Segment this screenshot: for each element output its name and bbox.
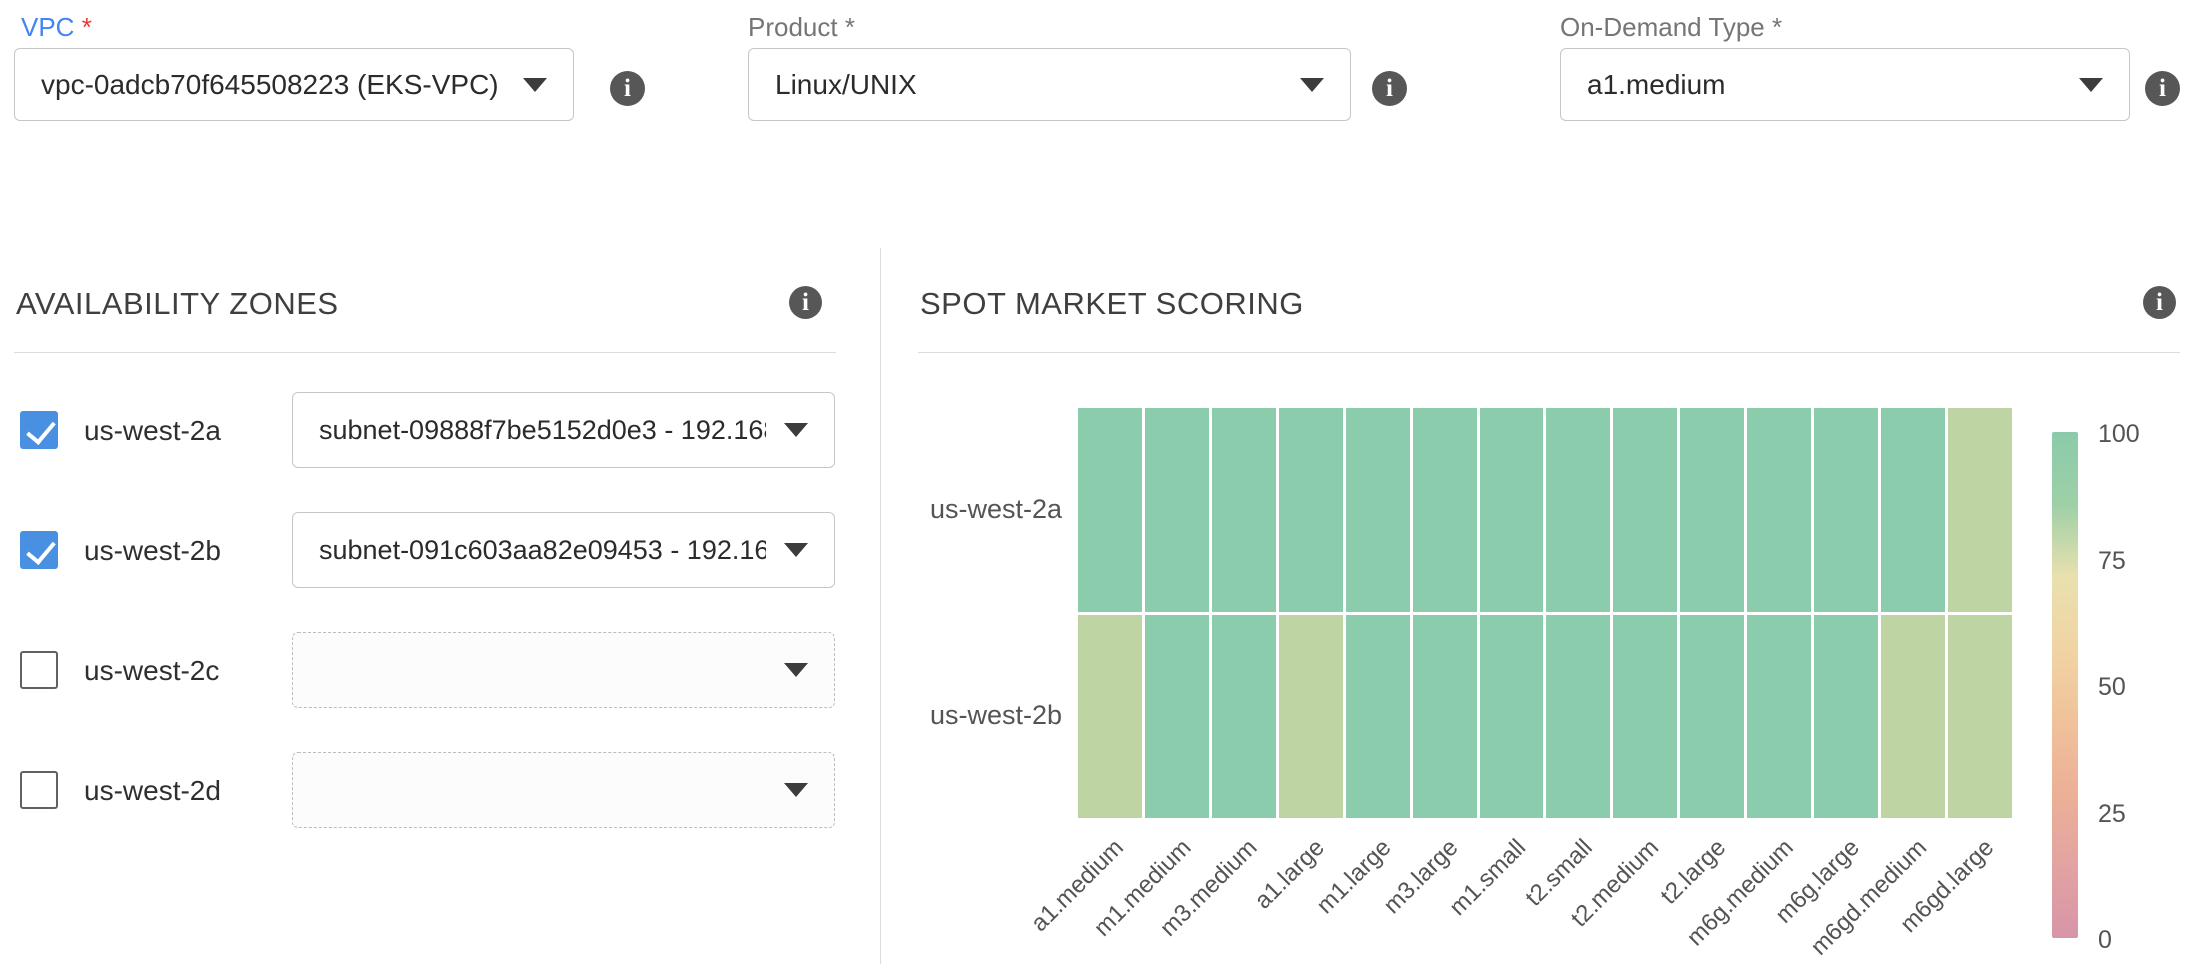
heatmap-cell-us-west-2a-m6gd.large[interactable]	[1948, 408, 2012, 612]
az-zone-label: us-west-2b	[84, 535, 221, 567]
on-demand-type-label: On-Demand Type *	[1560, 12, 1782, 43]
panel-divider	[880, 248, 881, 964]
chevron-down-icon	[784, 783, 808, 797]
heatmap-cell-us-west-2b-m3.large[interactable]	[1413, 615, 1477, 819]
spot-instance-config-page: VPC * vpc-0adcb70f645508223 (EKS-VPC) Pr…	[0, 0, 2196, 964]
az-row: us-west-2c	[14, 632, 836, 708]
product-select[interactable]: Linux/UNIX	[748, 48, 1351, 121]
heatmap-x-axis: a1.mediumm1.mediumm3.mediuma1.largem1.la…	[1078, 826, 2012, 964]
colorbar-tick: 100	[2098, 420, 2140, 449]
product-required-marker: *	[845, 12, 855, 42]
heatmap-cell-us-west-2a-m1.medium[interactable]	[1145, 408, 1209, 612]
chevron-down-icon	[1300, 78, 1324, 92]
availability-zones-info-icon[interactable]	[789, 286, 822, 319]
heatmap-cell-us-west-2a-t2.small[interactable]	[1546, 408, 1610, 612]
heatmap-cell-us-west-2a-m3.medium[interactable]	[1212, 408, 1276, 612]
spot-market-scoring-title: SPOT MARKET SCORING	[920, 286, 1304, 322]
heatmap-grid	[1078, 408, 2012, 818]
chevron-down-icon	[784, 543, 808, 557]
colorbar-tick: 0	[2098, 926, 2112, 955]
colorbar-ticks: 100 75 50 25 0	[2098, 0, 2188, 964]
heatmap-cell-us-west-2a-t2.medium[interactable]	[1613, 408, 1677, 612]
heatmap-cell-us-west-2b-m3.medium[interactable]	[1212, 615, 1276, 819]
az-checkbox-us-west-2c[interactable]	[20, 651, 58, 689]
heatmap-cell-us-west-2a-a1.large[interactable]	[1279, 408, 1343, 612]
heatmap-cell-us-west-2a-m6g.large[interactable]	[1814, 408, 1878, 612]
heatmap-cell-us-west-2a-m6gd.medium[interactable]	[1881, 408, 1945, 612]
subnet-select-value: subnet-09888f7be5152d0e3 - 192.168…	[319, 415, 766, 446]
subnet-select-us-west-2a[interactable]: subnet-09888f7be5152d0e3 - 192.168…	[292, 392, 835, 468]
spot-market-scoring-divider	[918, 352, 2180, 353]
vpc-label-text: VPC	[21, 12, 74, 42]
heatmap-cell-us-west-2a-m6g.medium[interactable]	[1747, 408, 1811, 612]
heatmap-cell-us-west-2b-m6gd.medium[interactable]	[1881, 615, 1945, 819]
colorbar-tick: 75	[2098, 547, 2126, 576]
heatmap-cell-us-west-2a-m1.large[interactable]	[1346, 408, 1410, 612]
heatmap-cell-us-west-2a-t2.large[interactable]	[1680, 408, 1744, 612]
product-info-icon[interactable]	[1372, 71, 1407, 106]
chevron-down-icon	[523, 78, 547, 92]
subnet-select-value: subnet-091c603aa82e09453 - 192.168…	[319, 535, 766, 566]
on-demand-type-select-value: a1.medium	[1587, 69, 2061, 101]
product-label: Product *	[748, 12, 855, 43]
product-label-text: Product	[748, 12, 838, 42]
heatmap-cell-us-west-2b-m1.large[interactable]	[1346, 615, 1410, 819]
on-demand-type-label-text: On-Demand Type	[1560, 12, 1765, 42]
heatmap-cell-us-west-2a-m1.small[interactable]	[1480, 408, 1544, 612]
vpc-required-marker: *	[82, 12, 92, 42]
vpc-label: VPC *	[21, 12, 92, 43]
az-checkbox-us-west-2a[interactable]	[20, 411, 58, 449]
heatmap-cell-us-west-2b-t2.medium[interactable]	[1613, 615, 1677, 819]
chevron-down-icon	[784, 663, 808, 677]
colorbar	[2052, 432, 2078, 938]
heatmap-cell-us-west-2b-m6g.large[interactable]	[1814, 615, 1878, 819]
heatmap-cell-us-west-2a-m3.large[interactable]	[1413, 408, 1477, 612]
heatmap-cell-us-west-2b-m6g.medium[interactable]	[1747, 615, 1811, 819]
colorbar-tick: 50	[2098, 673, 2126, 702]
heatmap-cell-us-west-2b-m1.medium[interactable]	[1145, 615, 1209, 819]
availability-zones-title: AVAILABILITY ZONES	[16, 286, 339, 322]
vpc-info-icon[interactable]	[610, 71, 645, 106]
az-row: us-west-2a subnet-09888f7be5152d0e3 - 192…	[14, 392, 836, 468]
subnet-select-us-west-2b[interactable]: subnet-091c603aa82e09453 - 192.168…	[292, 512, 835, 588]
az-row: us-west-2d	[14, 752, 836, 828]
az-row: us-west-2b subnet-091c603aa82e09453 - 192…	[14, 512, 836, 588]
heatmap-cell-us-west-2b-a1.large[interactable]	[1279, 615, 1343, 819]
heatmap-cell-us-west-2b-a1.medium[interactable]	[1078, 615, 1142, 819]
az-zone-label: us-west-2d	[84, 775, 221, 807]
vpc-select[interactable]: vpc-0adcb70f645508223 (EKS-VPC)	[14, 48, 574, 121]
subnet-select-us-west-2c[interactable]	[292, 632, 835, 708]
heatmap-cell-us-west-2a-a1.medium[interactable]	[1078, 408, 1142, 612]
on-demand-type-required-marker: *	[1772, 12, 1782, 42]
vpc-select-value: vpc-0adcb70f645508223 (EKS-VPC)	[41, 69, 505, 101]
az-zone-label: us-west-2c	[84, 655, 219, 687]
az-checkbox-us-west-2b[interactable]	[20, 531, 58, 569]
product-select-value: Linux/UNIX	[775, 69, 1282, 101]
heatmap-cell-us-west-2b-t2.large[interactable]	[1680, 615, 1744, 819]
heatmap-cell-us-west-2b-m6gd.large[interactable]	[1948, 615, 2012, 819]
subnet-select-us-west-2d[interactable]	[292, 752, 835, 828]
heatmap-cell-us-west-2b-m1.small[interactable]	[1480, 615, 1544, 819]
az-rows: us-west-2a subnet-09888f7be5152d0e3 - 192…	[14, 392, 836, 872]
on-demand-type-select[interactable]: a1.medium	[1560, 48, 2130, 121]
colorbar-tick: 25	[2098, 800, 2126, 829]
az-zone-label: us-west-2a	[84, 415, 221, 447]
heatmap-row-label: us-west-2b	[870, 700, 1062, 731]
heatmap-cell-us-west-2b-t2.small[interactable]	[1546, 615, 1610, 819]
availability-zones-divider	[14, 352, 836, 353]
az-checkbox-us-west-2d[interactable]	[20, 771, 58, 809]
heatmap-row-label: us-west-2a	[870, 494, 1062, 525]
chevron-down-icon	[784, 423, 808, 437]
